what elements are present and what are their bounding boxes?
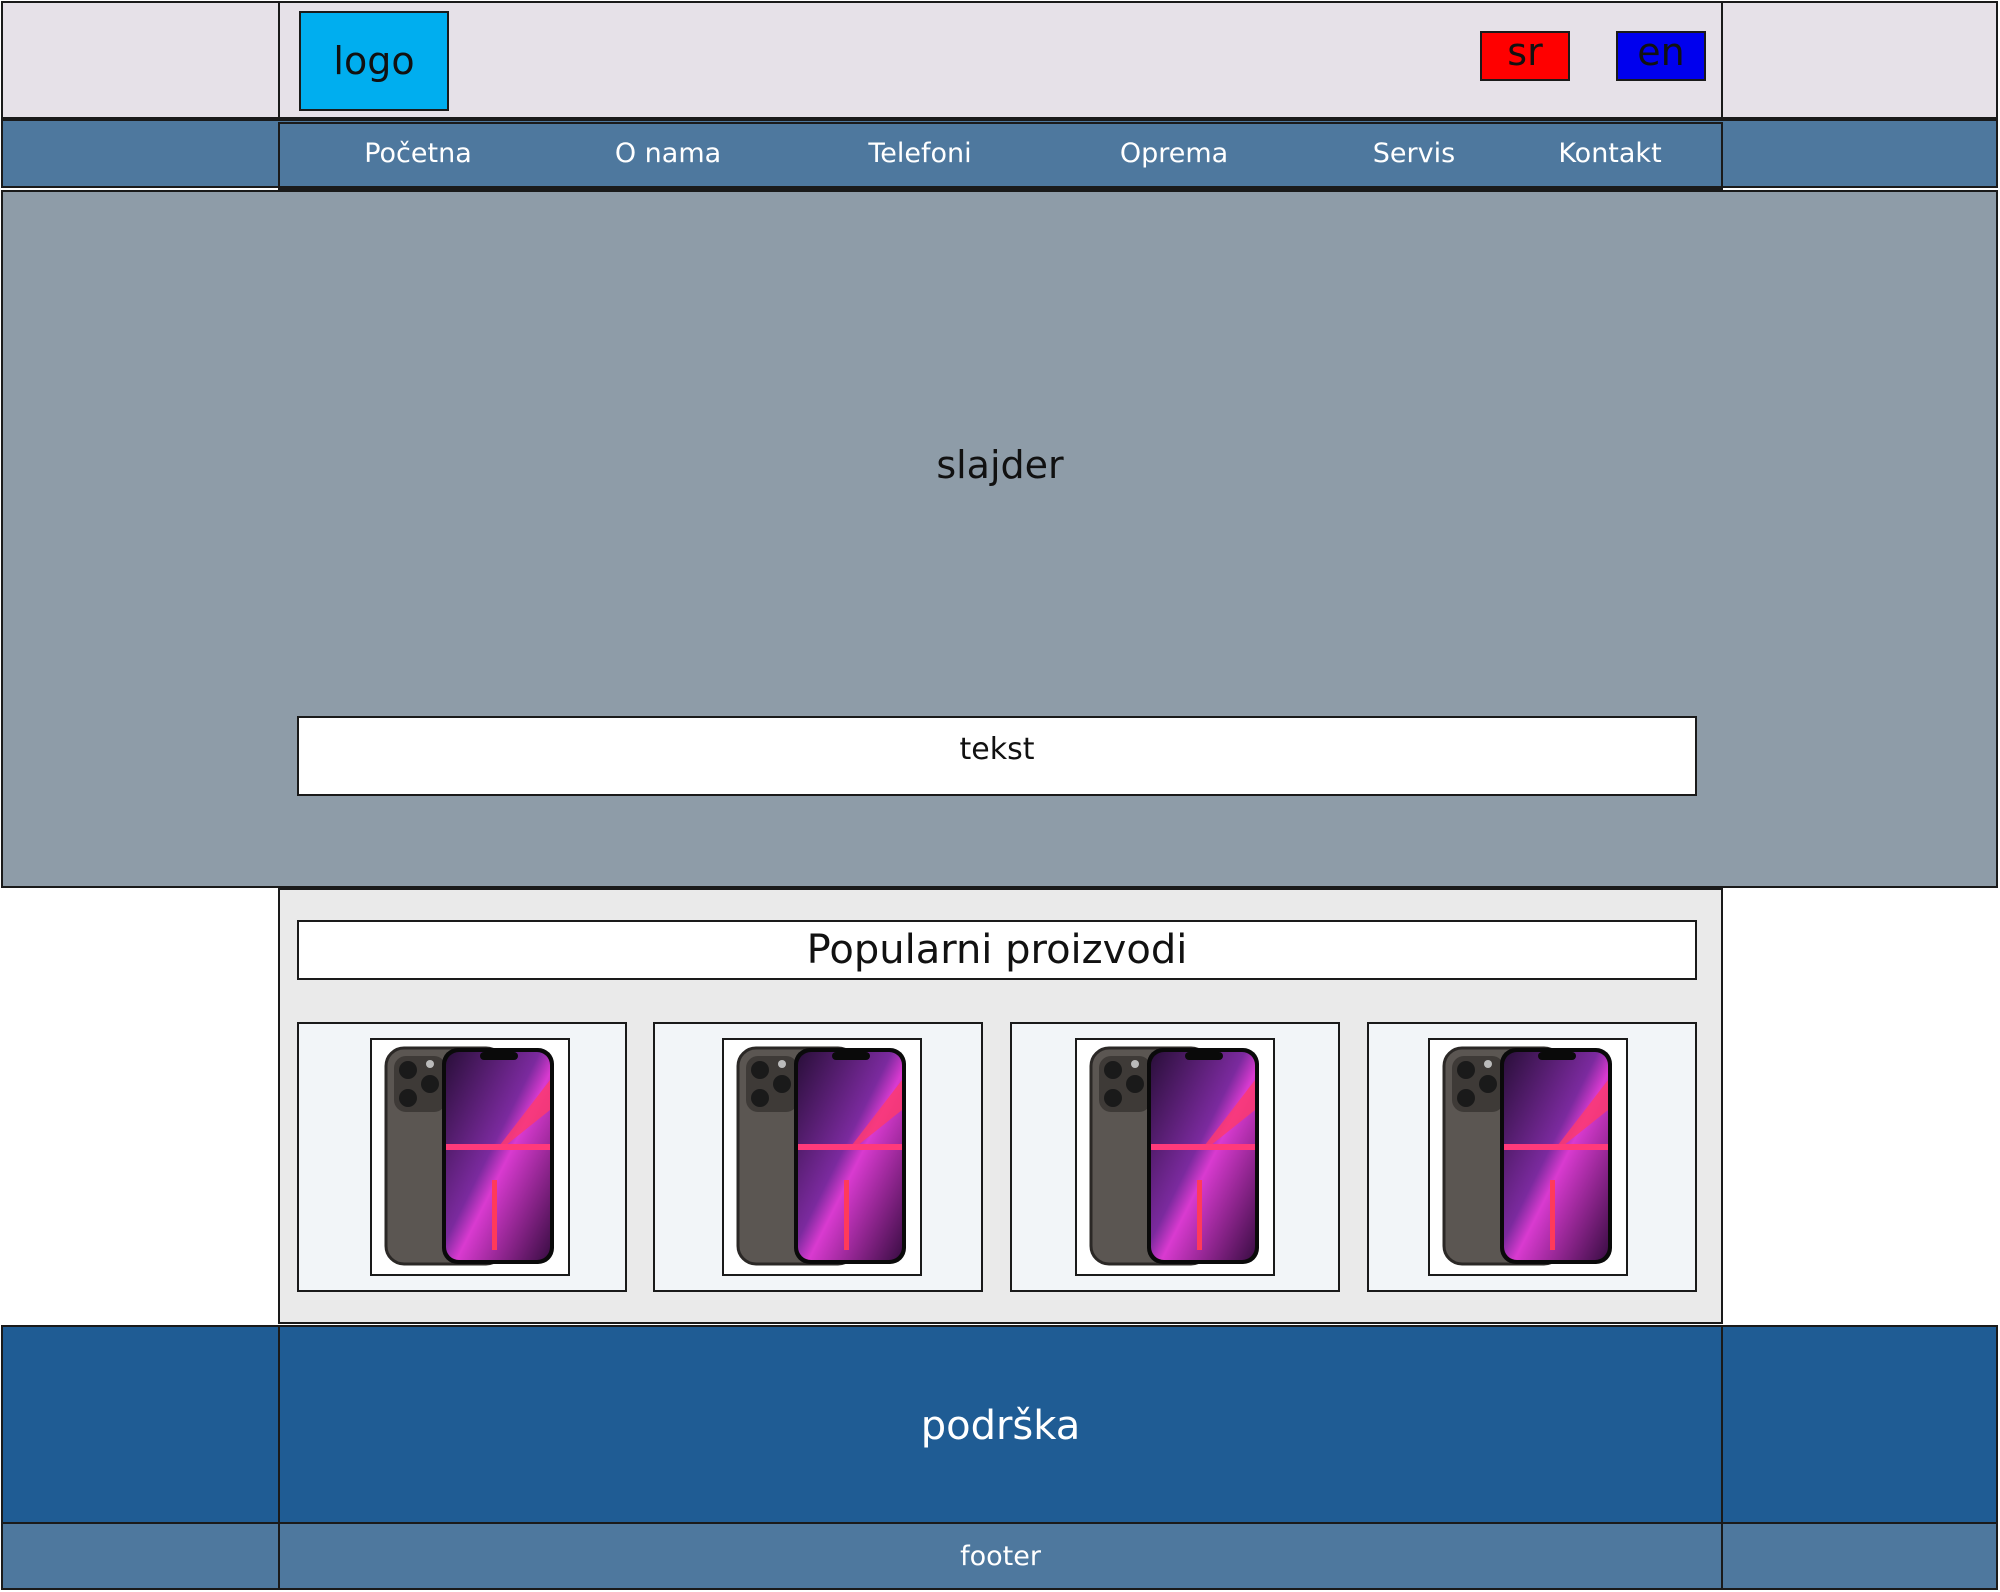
language-en-button[interactable]: en [1616,31,1706,81]
product-image[interactable] [370,1038,570,1276]
nav-item-oprema[interactable]: Oprema [1094,122,1254,184]
smartphone-icon [736,1046,906,1266]
nav-item-pocetna[interactable]: Početna [338,122,498,184]
logo[interactable]: logo [299,11,449,111]
product-image[interactable] [722,1038,922,1276]
smartphone-icon [384,1046,554,1266]
nav-item-servis[interactable]: Servis [1334,122,1494,184]
footer-label: footer [278,1522,1723,1590]
popular-products-title: Popularni proizvodi [297,920,1697,980]
nav-item-o-nama[interactable]: O nama [588,122,748,184]
nav-item-kontakt[interactable]: Kontakt [1530,122,1690,184]
smartphone-icon [1089,1046,1259,1266]
smartphone-icon [1442,1046,1612,1266]
product-image[interactable] [1075,1038,1275,1276]
slider-caption: tekst [297,716,1697,796]
nav-item-telefoni[interactable]: Telefoni [840,122,1000,184]
language-sr-button[interactable]: sr [1480,31,1570,81]
support-label[interactable]: podrška [278,1327,1723,1524]
product-image[interactable] [1428,1038,1628,1276]
slider-title: slajder [936,443,1064,487]
